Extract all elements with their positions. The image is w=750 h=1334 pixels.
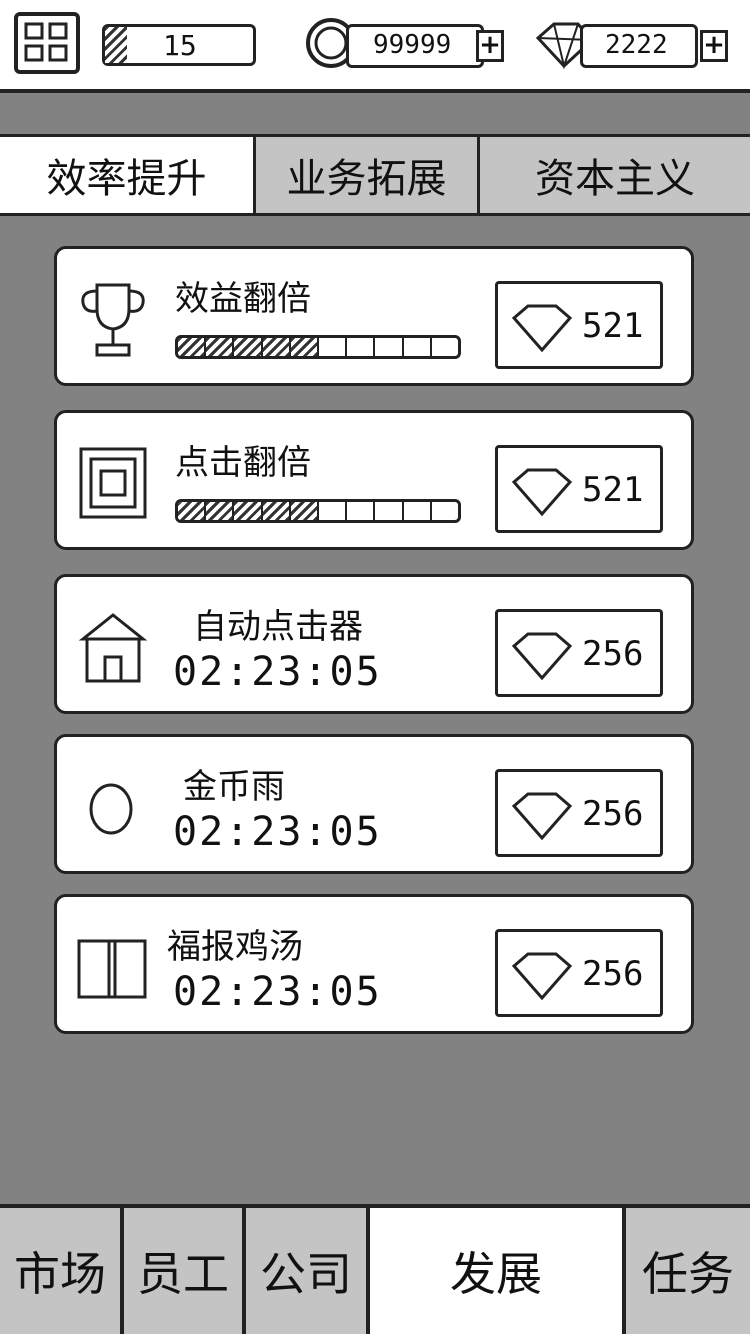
gem-cost: 256 [582,634,644,674]
click-target-icon [75,443,151,523]
progress-segment [375,338,404,356]
progress-segment [319,502,348,520]
progress-segment [206,502,235,520]
nav-company[interactable]: 公司 [246,1208,370,1334]
book-icon [75,927,151,1007]
gem-counter: 2222 [580,24,698,68]
tab-capitalism[interactable]: 资本主义 [480,137,750,213]
gem-icon [511,632,573,681]
top-status-bar: 15 99999 + 2222 + [0,0,750,93]
menu-grid-icon[interactable] [14,12,80,74]
progress-segment [234,338,263,356]
buy-button[interactable]: 521 [495,445,663,533]
tab-label: 资本主义 [535,156,695,202]
nav-label: 市场 [14,1247,106,1301]
upgrade-card: 自动点击器 02:23:05 256 [54,574,694,714]
gem-cost: 256 [582,954,644,994]
progress-segment [404,502,432,520]
progress-segment [375,502,404,520]
progress-segment [178,338,207,356]
upgrade-card: 福报鸡汤 02:23:05 256 [54,894,694,1034]
upgrade-title: 点击翻倍 [175,443,311,483]
progress-segment [432,502,458,520]
gem-icon [511,468,573,517]
nav-staff[interactable]: 员工 [124,1208,246,1334]
nav-development[interactable]: 发展 [370,1208,626,1334]
progress-segment [262,502,291,520]
upgrade-title: 福报鸡汤 [167,927,303,967]
progress-segment [206,338,235,356]
progress-segment [347,338,376,356]
buy-button[interactable]: 256 [495,609,663,697]
upgrade-progress-bar [175,499,461,523]
tab-label: 业务拓展 [286,156,447,202]
gem-cost: 521 [582,306,644,346]
trophy-icon [75,279,151,359]
gem-cost: 256 [582,794,644,834]
buy-button[interactable]: 256 [495,929,663,1017]
progress-segment [347,502,376,520]
tab-business[interactable]: 业务拓展 [256,137,480,213]
upgrade-card: 点击翻倍 521 [54,410,694,550]
progress-segment [290,502,320,520]
gem-icon [511,304,573,353]
coin-value: 99999 [373,30,452,60]
category-tabs: 效率提升 业务拓展 资本主义 [0,134,750,216]
nav-label: 发展 [450,1247,542,1301]
gem-cost: 521 [582,470,644,510]
upgrade-title: 自动点击器 [193,607,363,647]
level-value: 15 [163,29,197,62]
level-bar-fill [105,27,128,63]
upgrade-card: 效益翻倍 521 [54,246,694,386]
bottom-navigation: 市场 员工 公司 发展 任务 [0,1204,750,1334]
progress-segment [319,338,348,356]
progress-segment [262,338,291,356]
gem-value: 2222 [605,30,668,60]
tab-label: 效率提升 [46,156,207,202]
upgrade-progress-bar [175,335,461,359]
coin-icon [75,767,151,847]
upgrade-title: 金币雨 [183,767,285,807]
upgrade-card: 金币雨 02:23:05 256 [54,734,694,874]
progress-segment [290,338,320,356]
progress-segment [178,502,207,520]
progress-segment [234,502,263,520]
countdown-timer: 02:23:05 [173,969,382,1015]
nav-tasks[interactable]: 任务 [626,1208,750,1334]
buy-button[interactable]: 256 [495,769,663,857]
upgrade-title: 效益翻倍 [175,279,311,319]
countdown-timer: 02:23:05 [173,809,382,855]
gem-icon [511,792,573,841]
gem-icon [511,952,573,1001]
add-coins-button[interactable]: + [476,30,504,62]
buy-button[interactable]: 521 [495,281,663,369]
level-bar: 15 [102,24,256,66]
progress-segment [404,338,432,356]
nav-label: 任务 [642,1247,734,1301]
add-gems-button[interactable]: + [700,30,728,62]
nav-label: 员工 [137,1247,229,1301]
house-icon [75,607,151,687]
coin-counter: 99999 [346,24,484,68]
nav-market[interactable]: 市场 [0,1208,124,1334]
progress-segment [432,338,458,356]
countdown-timer: 02:23:05 [173,649,382,695]
nav-label: 公司 [260,1247,352,1301]
tab-efficiency[interactable]: 效率提升 [0,137,256,213]
